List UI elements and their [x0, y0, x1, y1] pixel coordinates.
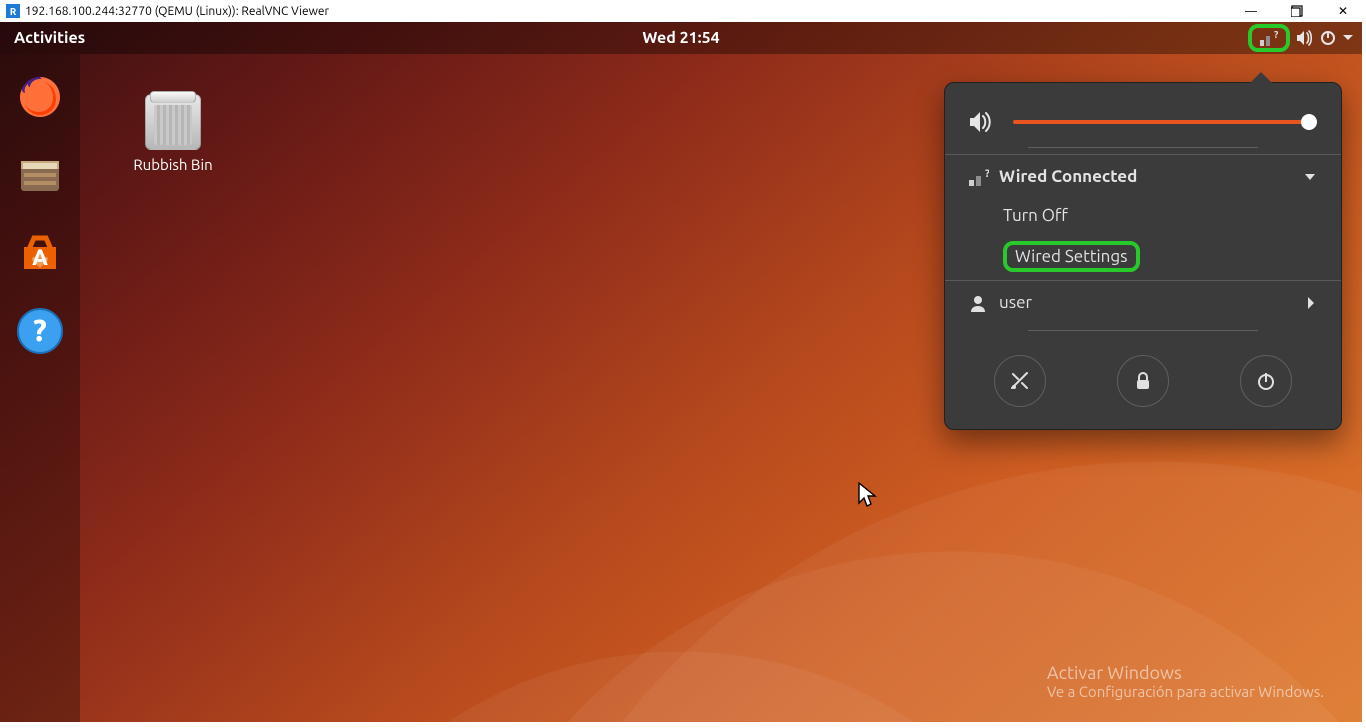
svg-text:A: A [32, 245, 48, 270]
network-question-icon: ? [969, 168, 999, 186]
network-label: Wired Connected [999, 167, 1137, 186]
user-label: user [999, 293, 1032, 312]
volume-slider[interactable] [1013, 120, 1317, 124]
network-row[interactable]: ? Wired Connected [945, 155, 1341, 198]
host-window-titlebar: R 192.168.100.244:32770 (QEMU (Linux)): … [0, 0, 1366, 22]
watermark-sub: Ve a Configuración para activar Windows. [1047, 683, 1324, 700]
svg-text:?: ? [985, 168, 989, 180]
settings-icon [1009, 370, 1031, 392]
power-icon[interactable] [1320, 30, 1336, 46]
volume-row [945, 83, 1341, 141]
lock-button[interactable] [1117, 355, 1169, 407]
volume-speaker-icon [969, 111, 993, 133]
volume-icon[interactable] [1296, 30, 1314, 46]
trash-desktop-icon[interactable]: Rubbish Bin [118, 94, 228, 173]
user-icon [969, 294, 999, 312]
windows-activation-watermark: Activar Windows Ve a Configuración para … [1047, 663, 1324, 700]
software-icon[interactable]: A [15, 228, 65, 278]
activities-button[interactable]: Activities [14, 29, 85, 47]
host-window-title: 192.168.100.244:32770 (QEMU (Linux)): Re… [25, 5, 329, 18]
chevron-down-icon[interactable] [1342, 32, 1354, 44]
mouse-cursor-icon [858, 482, 878, 508]
power-button[interactable] [1240, 355, 1292, 407]
firefox-icon[interactable] [15, 72, 65, 122]
close-button[interactable]: ✕ [1320, 0, 1366, 22]
ubuntu-dock: A ? [0, 54, 80, 722]
settings-button[interactable] [994, 355, 1046, 407]
svg-text:?: ? [1274, 30, 1278, 40]
lock-icon [1133, 371, 1153, 391]
network-wired-settings[interactable]: Wired Settings [1003, 233, 1341, 280]
watermark-title: Activar Windows [1047, 663, 1324, 683]
power-icon [1256, 371, 1276, 391]
maximize-button[interactable] [1274, 0, 1320, 22]
highlight-network-tray: ? [1248, 24, 1290, 52]
help-icon[interactable]: ? [15, 306, 65, 356]
trash-icon [145, 94, 201, 150]
trash-label: Rubbish Bin [118, 156, 228, 173]
system-menu-popover: ? Wired Connected Turn Off Wired Setting… [944, 82, 1342, 430]
clock[interactable]: Wed 21:54 [642, 29, 719, 47]
minimize-button[interactable]: ― [1228, 0, 1274, 22]
user-row[interactable]: user [945, 281, 1341, 324]
chevron-down-icon [1303, 170, 1317, 184]
gnome-top-bar: Activities Wed 21:54 ? [0, 22, 1362, 54]
network-question-icon[interactable]: ? [1260, 30, 1278, 46]
realvnc-icon: R [6, 4, 20, 18]
system-tray[interactable]: ? [1248, 24, 1354, 52]
network-turn-off[interactable]: Turn Off [1003, 198, 1341, 233]
highlight-wired-settings: Wired Settings [1003, 241, 1140, 272]
svg-text:?: ? [33, 313, 47, 347]
chevron-right-icon [1305, 296, 1317, 310]
files-icon[interactable] [15, 150, 65, 200]
